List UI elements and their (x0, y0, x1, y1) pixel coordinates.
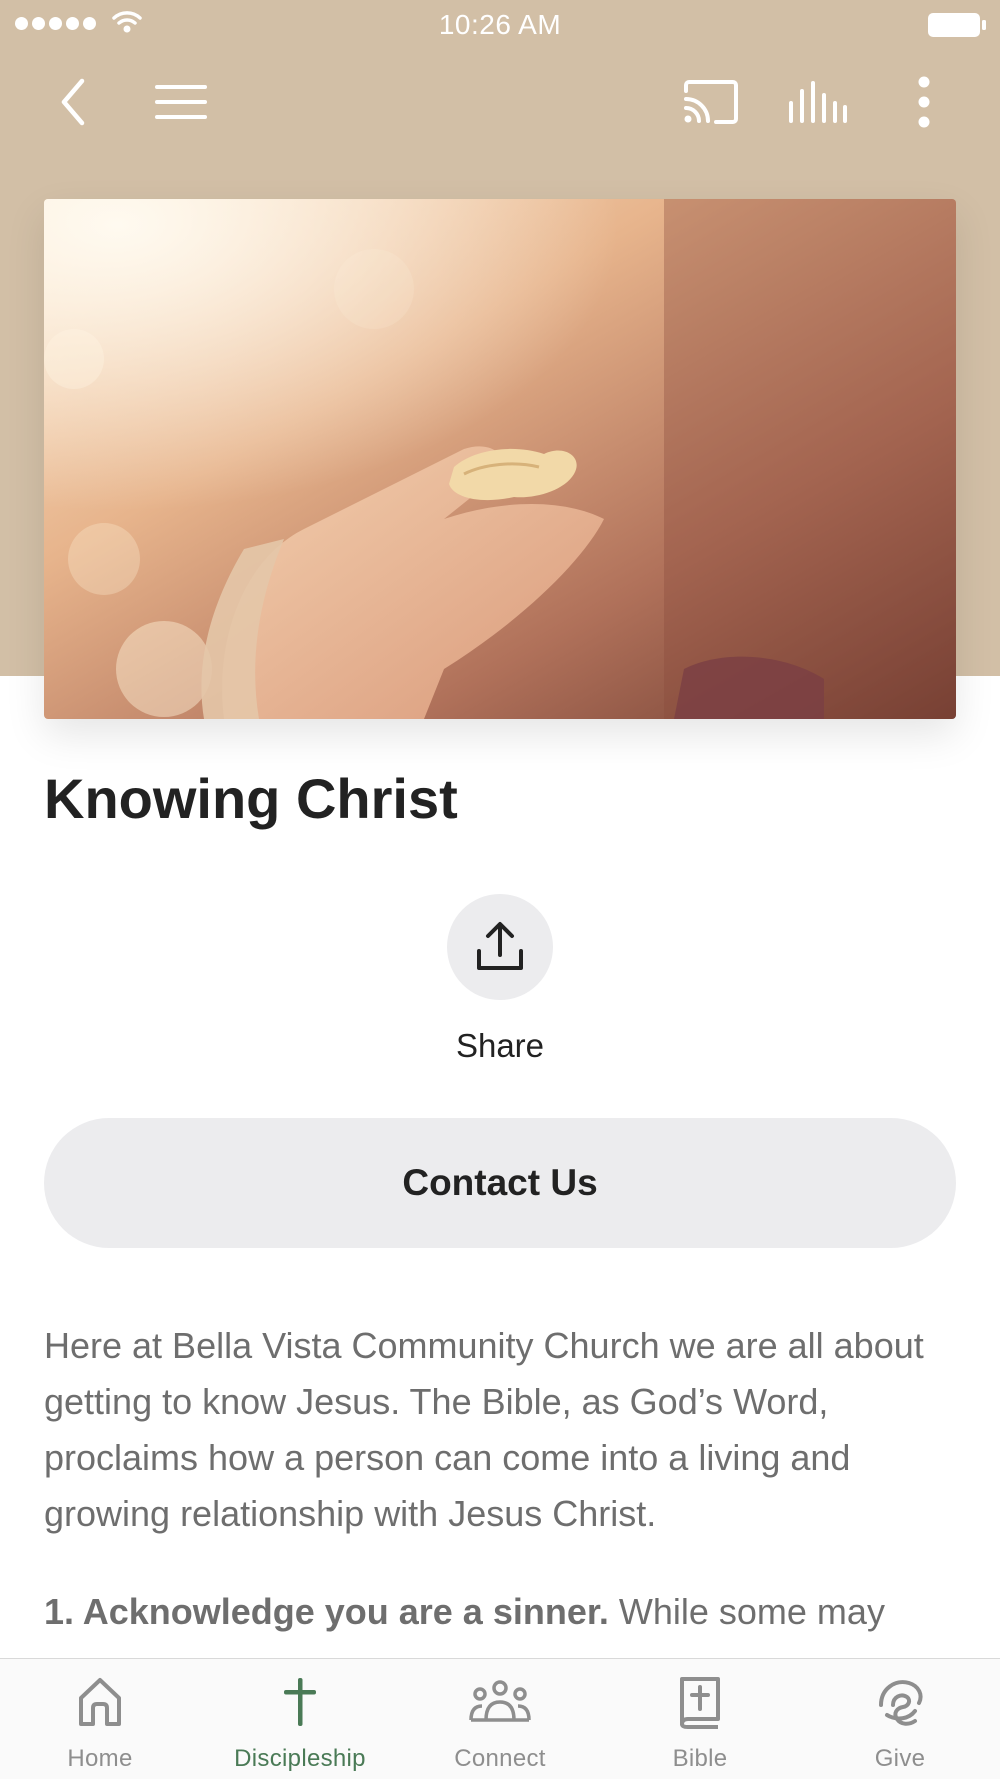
step-1-heading: 1. Acknowledge you are a sinner. (44, 1591, 609, 1632)
status-bar: 10:26 AM (0, 0, 1000, 50)
cast-button[interactable] (671, 62, 751, 142)
more-vertical-icon (918, 76, 930, 128)
tab-give-label: Give (874, 1745, 926, 1772)
more-options-button[interactable] (884, 62, 964, 142)
tab-discipleship-label: Discipleship (234, 1745, 366, 1772)
tab-home[interactable]: Home (0, 1659, 200, 1779)
tab-give[interactable]: Give (800, 1659, 1000, 1779)
home-icon (79, 1678, 121, 1726)
step-1-paragraph: 1. Acknowledge you are a sinner. While s… (44, 1584, 974, 1640)
tab-home-label: Home (67, 1745, 133, 1772)
chevron-left-icon (61, 78, 85, 126)
tab-connect-label: Connect (454, 1745, 546, 1772)
people-icon (469, 1680, 531, 1722)
tab-bible[interactable]: Bible (600, 1659, 800, 1779)
share-upload-icon (477, 922, 523, 970)
audio-bars-icon (789, 81, 847, 123)
tab-bible-label: Bible (672, 1745, 728, 1772)
bread-hand-photo (44, 199, 956, 719)
cast-icon (684, 80, 738, 124)
tab-connect[interactable]: Connect (400, 1659, 600, 1779)
contact-us-button[interactable]: Contact Us (44, 1118, 956, 1248)
cross-icon (284, 1678, 316, 1726)
hero-image (44, 199, 956, 719)
bible-icon (680, 1677, 720, 1729)
menu-button[interactable] (141, 62, 221, 142)
give-icon (879, 1680, 923, 1726)
share-button[interactable] (447, 894, 553, 1000)
audio-button[interactable] (777, 62, 857, 142)
page-title: Knowing Christ (44, 767, 458, 830)
hamburger-menu-icon (155, 85, 207, 119)
step-1-text: While some may (608, 1591, 885, 1632)
share-label: Share (455, 1027, 545, 1064)
status-time: 10:26 AM (438, 9, 562, 40)
bottom-tab-bar: Home Discipleship Connect Bible Give (0, 1658, 1000, 1779)
back-button[interactable] (34, 62, 114, 142)
tab-discipleship[interactable]: Discipleship (200, 1659, 400, 1779)
intro-paragraph: Here at Bella Vista Community Church we … (44, 1325, 924, 1534)
battery-icon (928, 13, 986, 37)
